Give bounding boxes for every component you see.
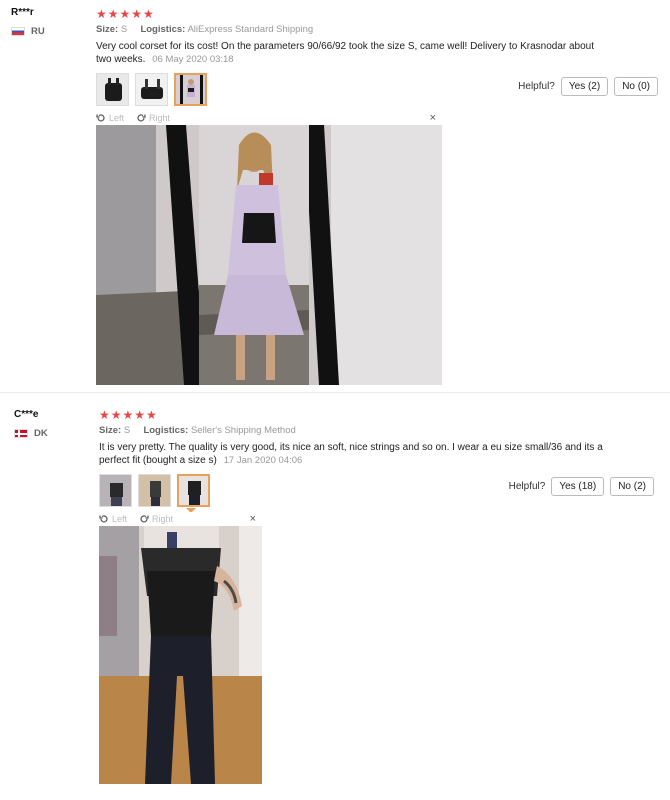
review-thumbnail-active[interactable] bbox=[174, 73, 207, 106]
rotate-left-button[interactable]: Left bbox=[99, 514, 127, 524]
logistics-label: Logistics: bbox=[143, 425, 189, 436]
review-thumbnail[interactable] bbox=[96, 73, 129, 106]
review-text: It is very pretty. The quality is very g… bbox=[99, 441, 609, 467]
rotate-left-icon bbox=[96, 114, 105, 122]
review-thumbnail-active[interactable] bbox=[177, 474, 210, 507]
reviewer-country: DK bbox=[14, 428, 48, 439]
helpful-no-button[interactable]: No (2) bbox=[610, 477, 654, 496]
review-item: C***e DK ★★★★★ Size: S Logistics: Seller… bbox=[0, 398, 670, 798]
reviewer-country: RU bbox=[11, 26, 45, 37]
review-thumbnail[interactable] bbox=[138, 474, 171, 507]
review-text: Very cool corset for its cost! On the pa… bbox=[96, 40, 606, 66]
reviewer-info: C***e DK bbox=[14, 409, 48, 439]
helpful-vote: Helpful? Yes (18) No (2) bbox=[509, 477, 654, 496]
rotate-right-button[interactable]: Right bbox=[136, 113, 170, 123]
rotate-right-label: Right bbox=[152, 514, 174, 524]
logistics-value: Seller's Shipping Method bbox=[190, 425, 296, 436]
rotate-right-label: Right bbox=[149, 113, 171, 123]
helpful-vote: Helpful? Yes (2) No (0) bbox=[518, 77, 658, 96]
review-item: R***r RU ★★★★★ Size: S Logistics: AliExp… bbox=[0, 0, 670, 392]
star-rating: ★★★★★ bbox=[99, 408, 158, 422]
country-code: DK bbox=[34, 428, 48, 439]
review-content: It is very pretty. The quality is very g… bbox=[99, 442, 603, 466]
viewer-toolbar: Left Right × bbox=[96, 111, 442, 125]
rotate-right-button[interactable]: Right bbox=[139, 514, 173, 524]
image-viewer: Left Right × bbox=[99, 512, 262, 784]
review-thumbnail[interactable] bbox=[99, 474, 132, 507]
size-label: Size: bbox=[99, 425, 122, 436]
review-photo bbox=[99, 526, 262, 784]
rotate-left-label: Left bbox=[109, 113, 125, 123]
helpful-yes-button[interactable]: Yes (18) bbox=[551, 477, 605, 496]
rotate-left-label: Left bbox=[112, 514, 128, 524]
star-rating: ★★★★★ bbox=[96, 7, 155, 21]
helpful-no-button[interactable]: No (0) bbox=[614, 77, 658, 96]
reviewer-info: R***r RU bbox=[11, 7, 45, 37]
size-value: S bbox=[123, 425, 131, 436]
flag-ru-icon bbox=[11, 27, 25, 36]
reviewer-name: R***r bbox=[11, 7, 34, 18]
rotate-left-icon bbox=[99, 515, 108, 523]
size-label: Size: bbox=[96, 24, 119, 35]
review-date: 17 Jan 2020 04:06 bbox=[223, 455, 303, 466]
logistics-label: Logistics: bbox=[140, 24, 186, 35]
review-date: 06 May 2020 03:18 bbox=[152, 54, 234, 65]
size-value: S bbox=[120, 24, 128, 35]
review-photo bbox=[96, 125, 442, 385]
reviewer-name: C***e bbox=[14, 409, 39, 420]
close-icon[interactable]: × bbox=[250, 513, 256, 525]
helpful-label: Helpful? bbox=[518, 81, 555, 92]
review-meta: Size: S Logistics: AliExpress Standard S… bbox=[96, 24, 606, 35]
helpful-label: Helpful? bbox=[508, 481, 546, 492]
country-code: RU bbox=[31, 26, 45, 37]
viewer-toolbar: Left Right × bbox=[99, 512, 262, 526]
rotate-right-icon bbox=[140, 515, 149, 523]
logistics-value: AliExpress Standard Shipping bbox=[187, 24, 314, 35]
review-thumbnail[interactable] bbox=[135, 73, 168, 106]
rotate-left-button[interactable]: Left bbox=[96, 113, 124, 123]
review-divider bbox=[0, 392, 670, 393]
rotate-right-icon bbox=[137, 114, 146, 122]
close-icon[interactable]: × bbox=[430, 112, 436, 124]
image-viewer: Left Right × bbox=[96, 111, 442, 385]
review-meta: Size: S Logistics: Seller's Shipping Met… bbox=[99, 425, 609, 436]
helpful-yes-button[interactable]: Yes (2) bbox=[560, 77, 609, 96]
flag-dk-icon bbox=[14, 429, 28, 438]
